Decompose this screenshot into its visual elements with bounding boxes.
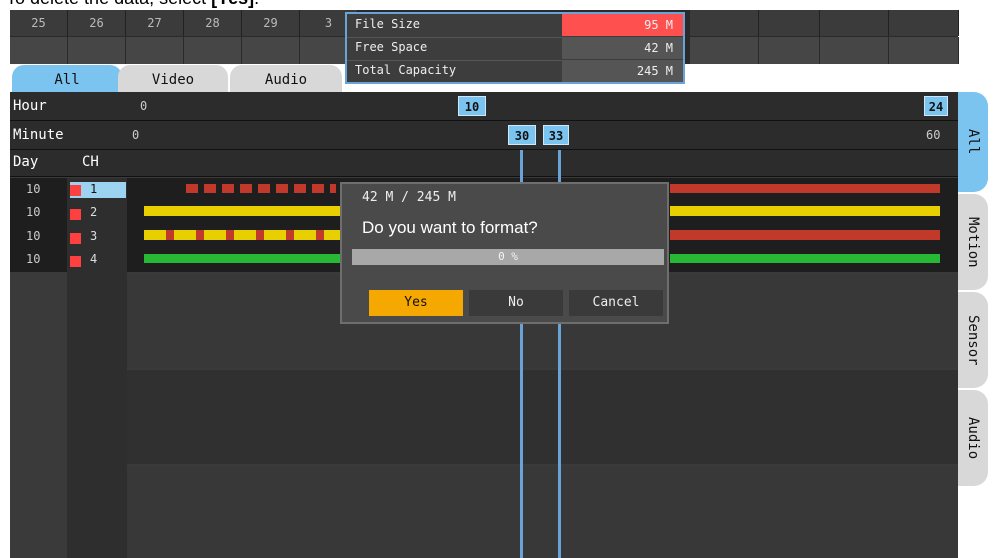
empty-band: [127, 466, 958, 558]
side-tab-motion[interactable]: Motion: [958, 194, 988, 290]
tab-all[interactable]: All: [12, 65, 122, 93]
ch-number: 1: [90, 182, 98, 196]
calendar-cell: [820, 37, 889, 64]
day-value: 10: [26, 252, 41, 266]
minute-end: 60: [926, 128, 941, 142]
usage-text: 42 M / 245 M: [362, 190, 456, 205]
side-tab-sensor[interactable]: Sensor: [958, 292, 988, 388]
recording-bar-ch2[interactable]: [144, 206, 344, 216]
storage-info-popup: File Size 95 M Free Space 42 M Total Cap…: [345, 12, 685, 84]
minute-label: Minute: [13, 127, 64, 143]
calendar-cell: [690, 37, 759, 64]
recording-bar-ch4[interactable]: [144, 254, 344, 263]
recording-bar-ch4[interactable]: [670, 254, 940, 263]
hour-marker[interactable]: 10: [458, 96, 486, 116]
day-value: 10: [26, 182, 41, 196]
calendar-cell: [759, 37, 820, 64]
tab-video[interactable]: Video: [118, 65, 228, 93]
ch-number: 4: [90, 252, 98, 266]
empty-band: [127, 370, 958, 464]
cancel-button[interactable]: Cancel: [569, 290, 663, 316]
recording-bar-ch3[interactable]: [144, 230, 344, 240]
calendar-day-blank: [820, 10, 889, 36]
ch-header: CH: [82, 154, 99, 170]
calendar-cell: [10, 37, 68, 64]
day-header: Day: [13, 154, 39, 170]
free-space-value: 42 M: [562, 37, 683, 59]
hour-end-marker: 24: [924, 96, 948, 116]
minute-marker-end[interactable]: 33: [543, 125, 569, 145]
ch-color-square: [70, 209, 81, 220]
total-capacity-value: 245 M: [562, 60, 683, 82]
free-space-label: Free Space: [355, 40, 428, 54]
minute-row: Minute 0 30 33 60: [10, 121, 958, 150]
calendar-cell: [242, 37, 300, 64]
hour-label: Hour: [13, 98, 47, 114]
ch-color-square: [70, 185, 81, 196]
format-dialog: 42 M / 245 M Do you want to format? 0 % …: [340, 182, 669, 324]
format-progress-text: 0 %: [498, 250, 518, 263]
recording-bar-ch2[interactable]: [670, 206, 940, 216]
yes-button[interactable]: Yes: [369, 290, 463, 316]
total-capacity-label: Total Capacity: [355, 63, 457, 77]
tab-audio[interactable]: Audio: [230, 65, 342, 93]
minute-start: 0: [132, 128, 140, 142]
calendar-day[interactable]: 29: [242, 10, 300, 36]
calendar-day[interactable]: 27: [126, 10, 184, 36]
day-value: 10: [26, 205, 41, 219]
ch-color-square: [70, 233, 81, 244]
calendar-cell: [184, 37, 242, 64]
calendar-cell: [126, 37, 184, 64]
side-tab-all[interactable]: All: [958, 92, 988, 192]
instruction-caption: To delete the data, select [Yes].: [6, 0, 259, 9]
file-size-row: File Size 95 M: [347, 14, 683, 38]
recording-bar-ch3[interactable]: [670, 230, 940, 240]
total-capacity-row: Total Capacity 245 M: [347, 60, 683, 83]
calendar-day[interactable]: 28: [184, 10, 242, 36]
calendar-cell: [889, 37, 959, 64]
minute-marker-start[interactable]: 30: [508, 125, 536, 145]
ch-color-square: [70, 256, 81, 267]
file-size-value: 95 M: [562, 14, 683, 36]
file-size-label: File Size: [355, 17, 421, 31]
calendar-cell: [68, 37, 126, 64]
recording-bar-ch1[interactable]: [670, 184, 940, 193]
day-value: 10: [26, 229, 41, 243]
calendar-day[interactable]: 26: [68, 10, 126, 36]
ch-number: 3: [90, 229, 98, 243]
format-question: Do you want to format?: [362, 218, 538, 237]
free-space-row: Free Space 42 M: [347, 37, 683, 61]
no-button[interactable]: No: [469, 290, 563, 316]
calendar-day-blank: [889, 10, 959, 36]
calendar-day[interactable]: 25: [10, 10, 68, 36]
calendar-day-blank: [759, 10, 820, 36]
ch-number: 2: [90, 205, 98, 219]
timeline-panel: Hour 0 10 24 Minute 0 30 33 60 Day CH 10…: [10, 92, 958, 558]
recording-bar-ch1[interactable]: [186, 184, 336, 193]
hour-start: 0: [140, 99, 148, 113]
calendar-day-blank: [690, 10, 759, 36]
day-ch-header: Day CH: [10, 150, 958, 177]
hour-row: Hour 0 10 24: [10, 92, 958, 121]
format-progress-bar: 0 %: [352, 249, 664, 265]
side-tab-audio[interactable]: Audio: [958, 390, 988, 486]
